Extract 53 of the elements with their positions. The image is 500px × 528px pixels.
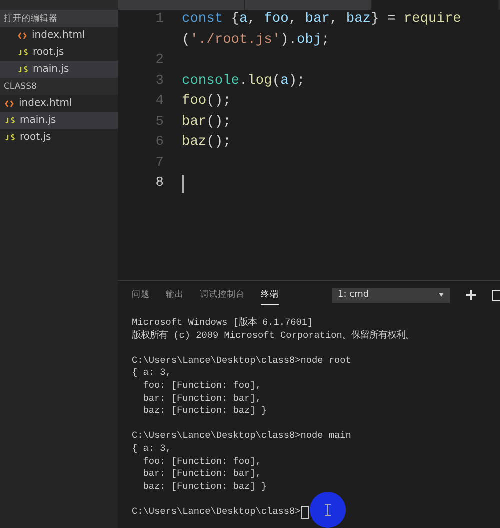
js-file-icon (18, 66, 28, 73)
code-line: console.log(a); (182, 72, 306, 90)
line-number: 2 (154, 52, 164, 70)
panel-tab[interactable]: 输出 (166, 286, 184, 304)
terminal-line: bar: [Function: bar], (142, 468, 262, 481)
terminal-line: bar: [Function: bar], (142, 392, 262, 406)
terminal-line: foo: [Function: foo], (142, 456, 262, 468)
code-line: baz(); (182, 134, 232, 152)
file-item[interactable]: main.js (0, 61, 118, 78)
code-line: const {a, foo, bar, baz} = require (182, 11, 462, 29)
panel-tab[interactable]: 问题 (132, 286, 150, 304)
code-line: foo(); (182, 93, 232, 111)
terminal-line: 版权所有 (c) 2009 Microsoft Corporation。保留所有权利。 (132, 330, 414, 342)
js-file-icon (5, 134, 15, 141)
terminal-line: baz: [Function: baz] } (142, 405, 268, 418)
file-item[interactable]: root.js (0, 129, 118, 146)
line-number: 3 (154, 72, 164, 90)
terminal-select[interactable]: 1: cmd (332, 288, 450, 302)
panel-tab[interactable]: 调试控制台 (200, 286, 245, 304)
terminal-line: foo: [Function: foo], (142, 380, 262, 393)
file-item[interactable]: index.html (0, 95, 118, 112)
terminal-line: C:\Users\Lance\Desktop\class8>node main (132, 430, 352, 443)
code-line: ('./root.js').obj; (182, 32, 330, 50)
editor-tab[interactable] (372, 0, 499, 10)
plus-icon[interactable] (466, 290, 476, 300)
line-number: 4 (154, 93, 164, 111)
code-line: bar(); (182, 114, 232, 132)
caret-icon (439, 293, 444, 297)
line-number: 7 (154, 154, 164, 172)
text-cursor (182, 175, 184, 194)
line-number: 1 (154, 11, 164, 29)
js-file-icon (18, 49, 28, 56)
file-item[interactable]: root.js (0, 44, 118, 61)
split-icon[interactable] (492, 290, 500, 300)
line-number: 8 (154, 175, 164, 193)
file-item[interactable]: main.js (0, 112, 118, 129)
terminal-line: C:\Users\Lance\Desktop\class8>node root (132, 354, 352, 368)
terminal-line: baz: [Function: baz] } (142, 480, 268, 494)
line-number: 5 (154, 114, 164, 132)
terminal-line: C:\Users\Lance\Desktop\class8> (132, 506, 301, 518)
terminal-line: { a: 3, (132, 367, 172, 380)
section-header[interactable]: 打开的编辑器 (0, 10, 118, 27)
editor-tab[interactable] (245, 0, 372, 10)
code-brackets-icon (18, 32, 27, 40)
code-brackets-icon (5, 100, 14, 108)
file-item[interactable]: index.html (0, 27, 118, 44)
line-number: 6 (154, 134, 164, 152)
section-header[interactable]: CLASS8 (0, 78, 118, 95)
terminal-line: Microsoft Windows [版本 6.1.7601] (132, 317, 314, 330)
js-file-icon (5, 117, 15, 124)
terminal-line: { a: 3, (132, 442, 172, 456)
editor-tab[interactable] (118, 0, 245, 10)
panel-tab[interactable]: 终端 (261, 286, 279, 304)
